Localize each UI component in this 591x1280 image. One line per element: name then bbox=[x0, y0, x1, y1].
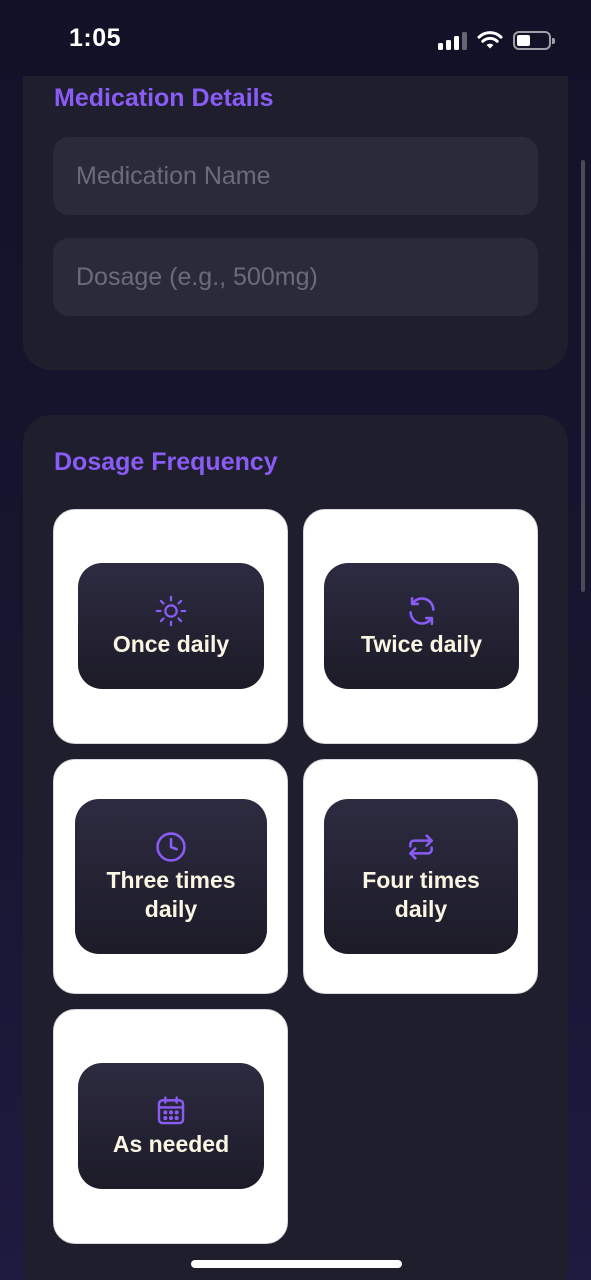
frequency-option-panel: Three times daily bbox=[75, 799, 267, 954]
screen: Medication Details Dosage Frequency Once… bbox=[0, 0, 591, 1280]
frequency-option-label: Three times daily bbox=[106, 866, 236, 922]
refresh-icon bbox=[408, 596, 435, 625]
clock-icon bbox=[156, 831, 186, 862]
status-time: 1:05 bbox=[69, 24, 122, 52]
medication-details-card: Medication Details bbox=[23, 40, 568, 370]
dosage-frequency-card: Dosage Frequency Once daily Twice daily … bbox=[23, 415, 568, 1280]
frequency-option-four-times-daily[interactable]: Four times daily bbox=[303, 759, 538, 994]
frequency-option-label: Twice daily bbox=[360, 630, 482, 657]
medication-name-input[interactable] bbox=[53, 137, 538, 215]
frequency-option-label: Once daily bbox=[112, 630, 230, 657]
status-icons bbox=[438, 28, 555, 52]
frequency-option-twice-daily[interactable]: Twice daily bbox=[303, 509, 538, 744]
frequency-option-panel: As needed bbox=[78, 1063, 264, 1189]
frequency-option-label: As needed bbox=[112, 1130, 230, 1157]
dosage-input[interactable] bbox=[53, 238, 538, 316]
sun-icon bbox=[155, 595, 187, 626]
cellular-signal-icon bbox=[438, 30, 467, 50]
repeat-icon bbox=[409, 833, 433, 860]
scrollbar[interactable] bbox=[581, 160, 585, 592]
frequency-option-label: Four times daily bbox=[362, 866, 480, 922]
status-bar: 1:05 bbox=[0, 0, 591, 76]
frequency-option-as-needed[interactable]: As needed bbox=[53, 1009, 288, 1244]
home-indicator[interactable] bbox=[191, 1260, 402, 1268]
frequency-option-panel: Four times daily bbox=[324, 799, 518, 954]
frequency-option-three-times-daily[interactable]: Three times daily bbox=[53, 759, 288, 994]
calendar-icon bbox=[157, 1095, 185, 1124]
medication-details-title: Medication Details bbox=[54, 84, 274, 112]
battery-icon bbox=[513, 30, 555, 50]
frequency-option-panel: Twice daily bbox=[324, 563, 519, 689]
frequency-option-panel: Once daily bbox=[78, 563, 264, 689]
wifi-icon bbox=[477, 31, 503, 49]
frequency-option-once-daily[interactable]: Once daily bbox=[53, 509, 288, 744]
dosage-frequency-title: Dosage Frequency bbox=[54, 448, 278, 476]
